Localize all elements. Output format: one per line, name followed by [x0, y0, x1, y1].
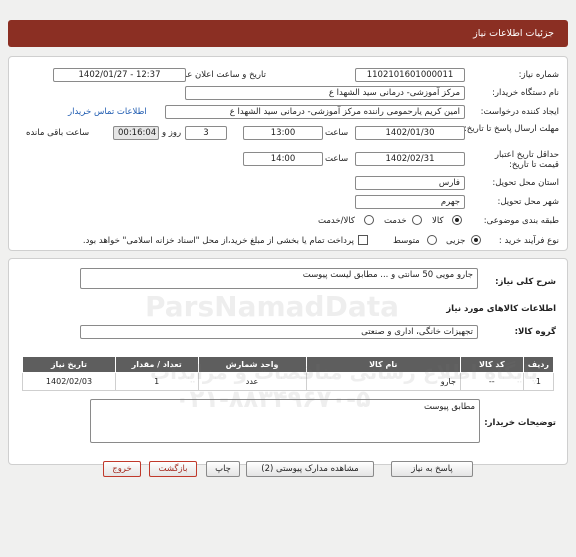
city-label: شهر محل تحویل:	[497, 197, 559, 207]
province-field: فارس	[355, 176, 465, 190]
days-field: 3	[185, 126, 227, 140]
table-row-empty	[22, 390, 554, 399]
category-radio-goods[interactable]	[452, 215, 462, 225]
col-quantity: تعداد / مقدار	[114, 356, 199, 373]
cell-need-date: 1402/02/03	[22, 372, 116, 391]
table-row: 1 -- جارو عدد 1 1402/02/03	[22, 372, 555, 391]
process-minor-label: جزیی	[446, 236, 466, 246]
buyer-notes-label: توضیحات خریدار:	[484, 418, 556, 428]
validity-date-field: 1402/02/31	[355, 152, 465, 166]
treasury-payment-checkbox[interactable]	[358, 235, 368, 245]
deadline-time-label: ساعت	[325, 128, 349, 138]
buyer-org-label: نام دستگاه خریدار:	[492, 88, 559, 98]
exit-button[interactable]: خروج	[103, 461, 141, 477]
col-code: کد کالا	[459, 356, 524, 373]
page-header: جزئیات اطلاعات نیاز	[8, 20, 568, 47]
print-button[interactable]: چاپ	[206, 461, 240, 477]
goods-table-header: ردیف کد کالا نام کالا واحد شمارش تعداد /…	[22, 356, 555, 373]
remaining-label: ساعت باقی مانده	[26, 128, 90, 138]
goods-info-heading: اطلاعات کالاهای مورد نیاز	[446, 304, 556, 314]
page-title: جزئیات اطلاعات نیاز	[473, 28, 554, 39]
remaining-time-field: 00:16:04	[113, 126, 159, 140]
table-spacer	[22, 390, 554, 399]
category-radio-service[interactable]	[412, 215, 422, 225]
cell-row: 1	[522, 372, 555, 391]
province-label: استان محل تحویل:	[492, 178, 559, 188]
goods-group-label: گروه کالا:	[514, 327, 556, 337]
buyer-notes-field: مطابق پیوست	[90, 399, 480, 443]
days-label: روز و	[162, 128, 182, 138]
goods-table: ردیف کد کالا نام کالا واحد شمارش تعداد /…	[22, 356, 555, 399]
city-field: جهرم	[355, 195, 465, 209]
col-name: نام کالا	[305, 356, 461, 373]
category-goods-label: کالا	[432, 216, 444, 226]
summary-field: جارو مویی 50 سانتی و ... مطابق لیست پیوس…	[80, 268, 478, 289]
cell-quantity: 1	[114, 372, 199, 391]
goods-group-field: تجهیزات خانگی، اداری و صنعتی	[80, 325, 478, 339]
creator-label: ایجاد کننده درخواست:	[480, 107, 559, 117]
announce-field: 1402/01/27 - 12:37	[53, 68, 186, 82]
creator-field: امین کریم یارحمومی راننده مرکز آموزشی- د…	[165, 105, 465, 119]
reply-button[interactable]: پاسخ به نیاز	[391, 461, 473, 477]
min-validity-label: حداقل تاریخ اعتبار قیمت تا تاریخ:	[494, 150, 559, 170]
category-radio-goods-service[interactable]	[364, 215, 374, 225]
buyer-org-field: مرکز آموزشی- درمانی سید الشهدا ع	[185, 86, 465, 100]
process-medium-label: متوسط	[393, 236, 420, 246]
category-service-label: خدمت	[384, 216, 407, 226]
buyer-contact-link[interactable]: اطلاعات تماس خریدار	[68, 107, 147, 117]
col-unit: واحد شمارش	[197, 356, 307, 373]
cell-unit: عدد	[197, 372, 307, 391]
validity-time-label: ساعت	[325, 154, 349, 164]
cell-name: جارو	[305, 372, 461, 391]
back-button[interactable]: بازگشت	[149, 461, 197, 477]
validity-time-field: 14:00	[243, 152, 323, 166]
process-label: نوع فرآیند خرید :	[498, 236, 559, 246]
deadline-date-field: 1402/01/30	[355, 126, 465, 140]
treasury-payment-note: پرداخت تمام یا بخشی از مبلغ خرید،از محل …	[82, 236, 354, 246]
cell-code: --	[459, 372, 524, 391]
col-row: ردیف	[522, 356, 555, 373]
category-label: طبقه بندی موضوعی:	[483, 216, 559, 226]
deadline-label: مهلت ارسال پاسخ تا تاریخ:	[463, 124, 559, 134]
process-radio-medium[interactable]	[427, 235, 437, 245]
need-number-field: 1102101601000011	[355, 68, 465, 82]
need-number-label: شماره نیاز:	[518, 70, 559, 80]
deadline-time-field: 13:00	[243, 126, 323, 140]
summary-label: شرح کلی نیاز:	[495, 277, 556, 287]
process-radio-minor[interactable]	[471, 235, 481, 245]
col-need-date: تاریخ نیاز	[22, 356, 116, 373]
view-attachments-button[interactable]: مشاهده مدارک پیوستی (2)	[246, 461, 374, 477]
category-goods-service-label: کالا/خدمت	[318, 216, 355, 226]
